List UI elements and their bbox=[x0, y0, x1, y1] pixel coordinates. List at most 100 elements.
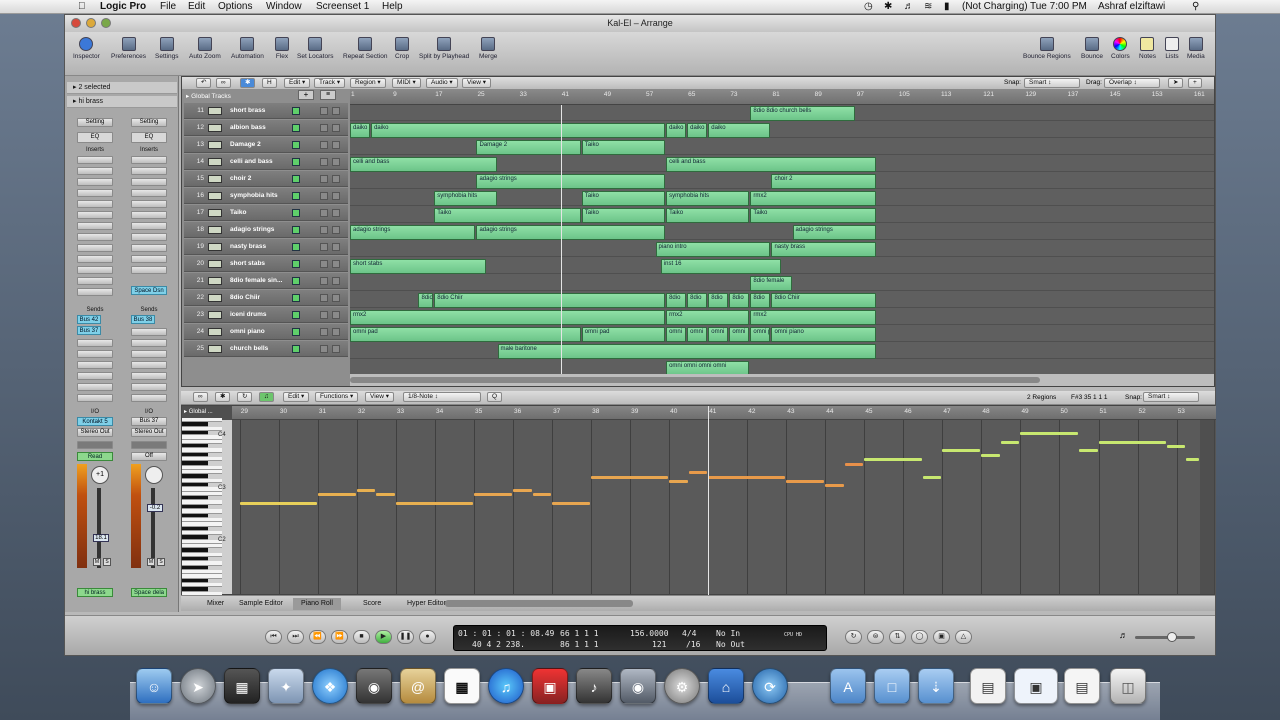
arrange-tracks-area[interactable]: 8dio 8dio church bells daiko daiko daiko dai… bbox=[350, 105, 1214, 374]
region[interactable]: 8dio Chiir bbox=[434, 293, 666, 308]
track-mute-button[interactable] bbox=[320, 311, 328, 319]
toolbar-settings-button[interactable]: Settings bbox=[155, 35, 179, 60]
black-key[interactable] bbox=[182, 461, 208, 466]
white-key[interactable] bbox=[182, 552, 222, 558]
region[interactable]: 8dio bbox=[750, 293, 771, 308]
strip1-eq-button[interactable]: EQ bbox=[77, 132, 113, 143]
piano-roll-playhead[interactable] bbox=[708, 406, 710, 596]
strip2-group-slot[interactable] bbox=[131, 441, 167, 449]
snap-select[interactable]: Smart ↕ bbox=[1024, 78, 1080, 88]
region[interactable]: 8dio bbox=[418, 293, 434, 308]
midi-note[interactable] bbox=[669, 479, 688, 483]
region[interactable]: omni bbox=[729, 327, 750, 342]
menu-edit[interactable]: Edit bbox=[188, 1, 205, 12]
region[interactable]: rmx2 bbox=[350, 310, 666, 325]
menu-window[interactable]: Window bbox=[266, 1, 302, 12]
stop-icon[interactable]: ■ bbox=[353, 630, 370, 644]
safari-icon[interactable]: ❖ bbox=[312, 668, 348, 704]
toolbar-set-locators-button[interactable]: Set Locators bbox=[297, 35, 334, 60]
arrange-region-menu[interactable]: Region ▾ bbox=[350, 78, 386, 88]
midi-note[interactable] bbox=[844, 462, 864, 466]
track-mute-button[interactable] bbox=[320, 107, 328, 115]
midi-note[interactable] bbox=[474, 492, 513, 496]
white-key[interactable] bbox=[182, 509, 222, 514]
midi-note[interactable] bbox=[317, 492, 356, 496]
white-key[interactable] bbox=[182, 522, 222, 527]
region[interactable]: adagio strings bbox=[476, 225, 666, 240]
toolbar-merge-button[interactable]: Merge bbox=[479, 35, 497, 60]
strip1-insert-slot[interactable] bbox=[77, 167, 113, 175]
record-icon[interactable]: ● bbox=[419, 630, 436, 644]
strip2-insert-slot[interactable] bbox=[131, 211, 167, 219]
white-key[interactable] bbox=[182, 543, 222, 549]
aperture-icon[interactable]: ◉ bbox=[620, 668, 656, 704]
region[interactable]: adagio strings bbox=[350, 225, 476, 240]
region[interactable]: omni omni omni omni bbox=[666, 361, 750, 374]
strip2-setting-button[interactable]: Setting bbox=[131, 118, 167, 127]
quantize-button[interactable]: Q bbox=[487, 392, 503, 402]
arrange-back-button[interactable]: ↶ bbox=[196, 78, 212, 88]
editor-catch-icon[interactable]: ✱ bbox=[215, 392, 231, 402]
master-volume-knob[interactable] bbox=[1167, 632, 1177, 642]
black-key[interactable] bbox=[182, 496, 208, 501]
region[interactable]: daiko bbox=[666, 123, 687, 138]
autopunch-icon[interactable]: ⊜ bbox=[867, 630, 884, 644]
region[interactable]: 8dio Chiir bbox=[771, 293, 876, 308]
arrange-midi-menu[interactable]: MIDI ▾ bbox=[392, 78, 421, 88]
region[interactable]: inst 16 bbox=[660, 259, 781, 274]
strip2-insert-slot[interactable] bbox=[131, 266, 167, 274]
black-key[interactable] bbox=[182, 548, 208, 553]
white-key[interactable] bbox=[182, 448, 222, 453]
region[interactable]: male baritone bbox=[497, 344, 876, 359]
volume-icon[interactable]: ♬ bbox=[904, 1, 914, 12]
toolbar-lists-button[interactable]: Lists bbox=[1165, 35, 1179, 60]
region[interactable]: Taiko bbox=[581, 140, 666, 155]
drag-select[interactable]: Overlap ↕ bbox=[1104, 78, 1160, 88]
strip2-send-slot[interactable] bbox=[131, 383, 167, 391]
region[interactable]: daiko bbox=[708, 123, 771, 138]
strip1-insert-slot[interactable] bbox=[77, 233, 113, 241]
strip2-input-slot[interactable]: Bus 37 bbox=[131, 417, 167, 426]
black-key[interactable] bbox=[182, 430, 208, 436]
strip1-send-slot[interactable] bbox=[77, 339, 113, 347]
strip2-solo-button[interactable]: S bbox=[157, 558, 165, 566]
master-volume-track[interactable] bbox=[1135, 632, 1195, 642]
region[interactable]: short stabs bbox=[350, 259, 486, 274]
arrange-audio-menu[interactable]: Audio ▾ bbox=[426, 78, 458, 88]
black-key[interactable] bbox=[182, 535, 208, 540]
black-key[interactable] bbox=[182, 474, 208, 479]
mail-bird-icon[interactable]: ✦ bbox=[268, 668, 304, 704]
track-parameters-header[interactable]: ▸ hi brass bbox=[67, 96, 177, 108]
piano-roll-scroll-thumb[interactable] bbox=[445, 600, 633, 607]
arrange-edit-menu[interactable]: Edit ▾ bbox=[284, 78, 311, 88]
track-header[interactable]: 20 short stabs bbox=[184, 256, 348, 272]
menu-help[interactable]: Help bbox=[382, 1, 403, 12]
strip1-insert-slot[interactable] bbox=[77, 200, 113, 208]
region[interactable]: choir 2 bbox=[771, 174, 876, 189]
black-key[interactable] bbox=[182, 587, 208, 592]
arrange-playhead[interactable] bbox=[560, 105, 562, 374]
white-key[interactable] bbox=[182, 570, 222, 575]
region-parameters-header[interactable]: ▸ 2 selected bbox=[67, 82, 177, 94]
strip1-send-2[interactable]: Bus 37 bbox=[77, 326, 101, 335]
strip2-send-slot[interactable] bbox=[131, 350, 167, 358]
mission-control-icon[interactable]: ▦ bbox=[224, 668, 260, 704]
tab-mixer[interactable]: Mixer bbox=[199, 598, 232, 610]
launchpad-icon[interactable]: ➤ bbox=[180, 668, 216, 704]
midi-note[interactable] bbox=[395, 501, 473, 505]
solo-mode-icon[interactable]: ◯ bbox=[911, 630, 928, 644]
midi-note[interactable] bbox=[786, 479, 825, 483]
midi-note[interactable] bbox=[1020, 432, 1078, 436]
track-header[interactable]: 13 Damage 2 bbox=[184, 137, 348, 153]
contacts-icon[interactable]: @ bbox=[400, 668, 436, 704]
white-key[interactable] bbox=[182, 491, 222, 497]
black-key[interactable] bbox=[182, 578, 208, 584]
home-app-icon[interactable]: ⌂ bbox=[708, 668, 744, 704]
strip2-send-slot[interactable] bbox=[131, 372, 167, 380]
editor-link-icon[interactable]: ∞ bbox=[193, 392, 208, 402]
strip2-mute-button[interactable]: M bbox=[147, 558, 155, 566]
strip1-insert-slot[interactable] bbox=[77, 277, 113, 285]
region[interactable]: celli and bass bbox=[666, 157, 876, 172]
white-key[interactable] bbox=[182, 517, 222, 523]
midi-note[interactable] bbox=[1000, 440, 1020, 444]
